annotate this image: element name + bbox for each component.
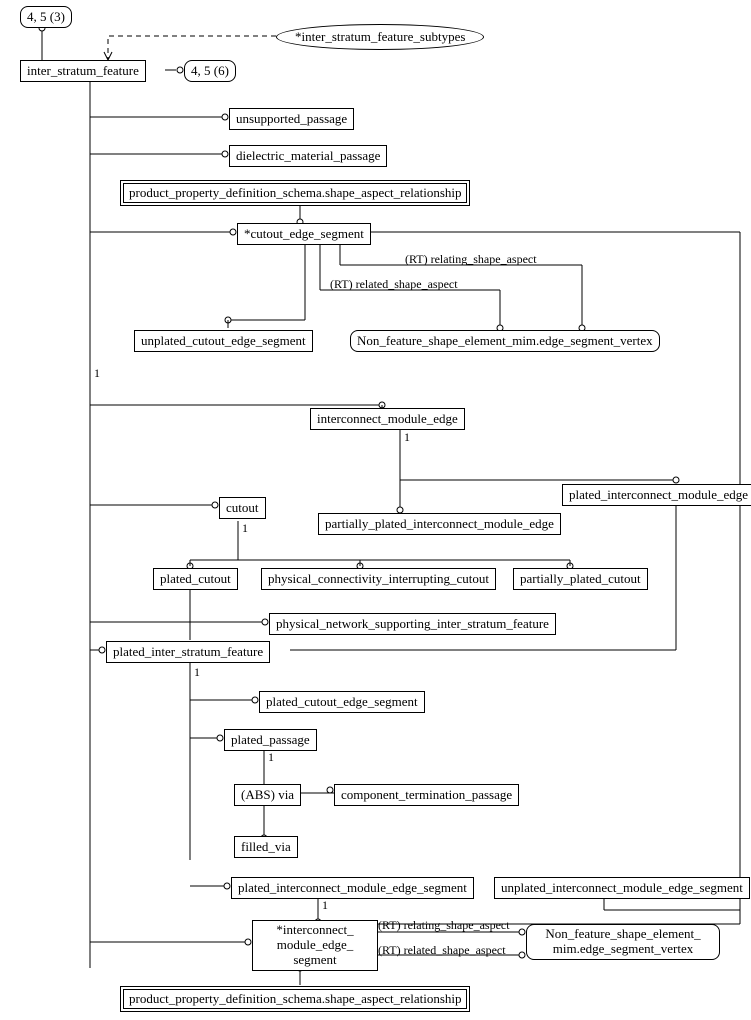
one-marker-c: 1 bbox=[242, 521, 248, 536]
page-ref-top-label: 4, 5 (3) bbox=[27, 9, 65, 24]
cutout-edge-segment-label: *cutout_edge_segment bbox=[244, 226, 364, 241]
ime-label: interconnect_module_edge bbox=[317, 411, 458, 426]
nfse-top-label: Non_feature_shape_element_mim.edge_segme… bbox=[357, 333, 653, 348]
rt-relating-bottom-label: (RT) relating_shape_aspect bbox=[378, 918, 510, 933]
ppds-sar-top-label: product_property_definition_schema.shape… bbox=[129, 185, 461, 200]
abs-via-node: (ABS) via bbox=[234, 784, 301, 806]
pp-ime-label: partially_plated_interconnect_module_edg… bbox=[325, 516, 554, 531]
plated-imes-label: plated_interconnect_module_edge_segment bbox=[238, 880, 467, 895]
plated-ime-segment-node: plated_interconnect_module_edge_segment bbox=[231, 877, 474, 899]
interconnect-module-edge-node: interconnect_module_edge bbox=[310, 408, 465, 430]
rt-related-bottom-label: (RT) related_shape_aspect bbox=[378, 943, 506, 958]
pcic-label: physical_connectivity_interrupting_cutou… bbox=[268, 571, 489, 586]
nfse-bottom-node: Non_feature_shape_element_mim.edge_segme… bbox=[526, 924, 720, 960]
unsupported-passage-label: unsupported_passage bbox=[236, 111, 347, 126]
ppds-sar-bottom-node: product_property_definition_schema.shape… bbox=[120, 986, 470, 1012]
pns-isf-label: physical_network_supporting_inter_stratu… bbox=[276, 616, 549, 631]
isf-label: inter_stratum_feature bbox=[27, 63, 139, 78]
page-ref-side: 4, 5 (6) bbox=[184, 60, 236, 82]
imes-label: *interconnect_module_edge_segment bbox=[276, 922, 353, 967]
inter-stratum-feature-subtypes-node: *inter_stratum_feature_subtypes bbox=[276, 24, 484, 50]
rt-relating-top-label: (RT) relating_shape_aspect bbox=[405, 252, 537, 267]
filled-via-label: filled_via bbox=[241, 839, 291, 854]
partially-plated-ime-node: partially_plated_interconnect_module_edg… bbox=[318, 513, 561, 535]
unplated-cutout-edge-segment-node: unplated_cutout_edge_segment bbox=[134, 330, 313, 352]
partially-plated-cutout-label: partially_plated_cutout bbox=[520, 571, 641, 586]
plated-isf-label: plated_inter_stratum_feature bbox=[113, 644, 263, 659]
plated-inter-stratum-feature-node: plated_inter_stratum_feature bbox=[106, 641, 270, 663]
nfse-bottom-label: Non_feature_shape_element_mim.edge_segme… bbox=[545, 926, 700, 956]
filled-via-node: filled_via bbox=[234, 836, 298, 858]
unplated-ces-label: unplated_cutout_edge_segment bbox=[141, 333, 306, 348]
one-marker-b: 1 bbox=[404, 430, 410, 445]
plated-passage-node: plated_passage bbox=[224, 729, 317, 751]
page-ref-top: 4, 5 (3) bbox=[20, 6, 72, 28]
plated-ces-label: plated_cutout_edge_segment bbox=[266, 694, 418, 709]
one-marker-d: 1 bbox=[194, 665, 200, 680]
pcic-node: physical_connectivity_interrupting_cutou… bbox=[261, 568, 496, 590]
unplated-ime-segment-node: unplated_interconnect_module_edge_segmen… bbox=[494, 877, 750, 899]
plated-cutout-node: plated_cutout bbox=[153, 568, 238, 590]
ctp-label: component_termination_passage bbox=[341, 787, 512, 802]
cutout-label: cutout bbox=[226, 500, 259, 515]
unsupported-passage-node: unsupported_passage bbox=[229, 108, 354, 130]
ppds-sar-bottom-label: product_property_definition_schema.shape… bbox=[129, 991, 461, 1006]
interconnect-module-edge-segment-node: *interconnect_module_edge_segment bbox=[252, 920, 378, 971]
page-ref-side-label: 4, 5 (6) bbox=[191, 63, 229, 78]
plated-passage-label: plated_passage bbox=[231, 732, 310, 747]
component-termination-passage-node: component_termination_passage bbox=[334, 784, 519, 806]
plated-interconnect-module-edge-node: plated_interconnect_module_edge bbox=[562, 484, 751, 506]
ppds-sar-top-node: product_property_definition_schema.shape… bbox=[120, 180, 470, 206]
partially-plated-cutout-node: partially_plated_cutout bbox=[513, 568, 648, 590]
pime-label: plated_interconnect_module_edge bbox=[569, 487, 748, 502]
one-marker-a: 1 bbox=[94, 366, 100, 381]
dielectric-material-passage-label: dielectric_material_passage bbox=[236, 148, 380, 163]
isfs-label: *inter_stratum_feature_subtypes bbox=[295, 29, 465, 44]
rt-related-top-label: (RT) related_shape_aspect bbox=[330, 277, 458, 292]
unplated-imes-label: unplated_interconnect_module_edge_segmen… bbox=[501, 880, 743, 895]
inter-stratum-feature-node: inter_stratum_feature bbox=[20, 60, 146, 82]
abs-via-label: (ABS) via bbox=[241, 787, 294, 802]
nfse-top-node: Non_feature_shape_element_mim.edge_segme… bbox=[350, 330, 660, 352]
plated-cutout-label: plated_cutout bbox=[160, 571, 231, 586]
cutout-node: cutout bbox=[219, 497, 266, 519]
plated-cutout-edge-segment-node: plated_cutout_edge_segment bbox=[259, 691, 425, 713]
one-marker-e: 1 bbox=[268, 750, 274, 765]
cutout-edge-segment-node: *cutout_edge_segment bbox=[237, 223, 371, 245]
one-marker-f: 1 bbox=[322, 898, 328, 913]
dielectric-material-passage-node: dielectric_material_passage bbox=[229, 145, 387, 167]
physical-network-supporting-isf-node: physical_network_supporting_inter_stratu… bbox=[269, 613, 556, 635]
